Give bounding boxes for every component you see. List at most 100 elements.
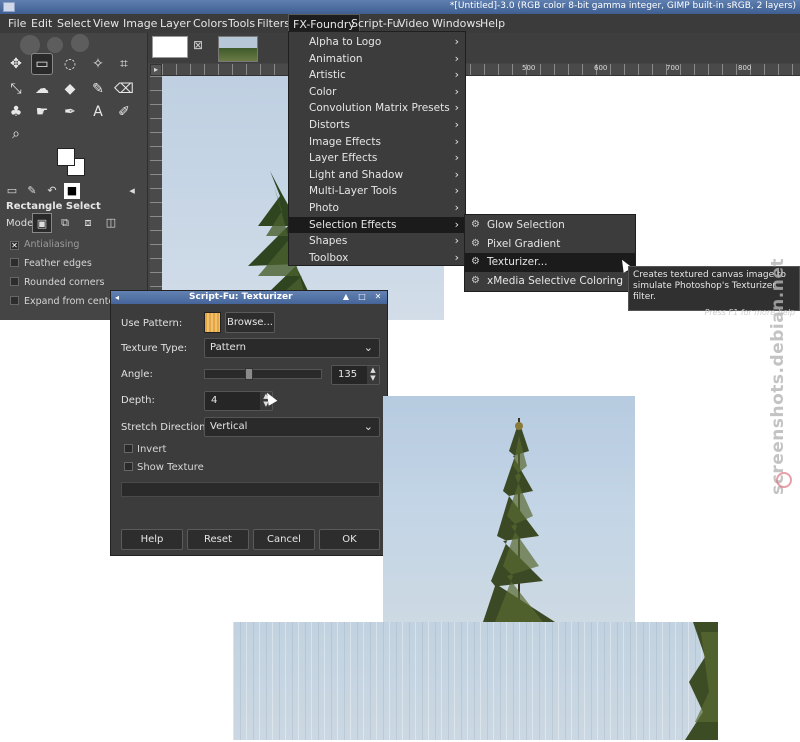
texture-type-label: Texture Type: <box>121 343 188 354</box>
sub-item-xmedia-selective-coloring[interactable]: ⚙ xMedia Selective Coloring <box>465 272 635 291</box>
menu-view[interactable]: View <box>89 14 123 33</box>
sub-item-pixel-gradient[interactable]: ⚙ Pixel Gradient <box>465 235 635 254</box>
shade-icon[interactable]: ▲ <box>340 292 352 303</box>
chevron-right-icon: › <box>454 51 459 65</box>
watermark: screenshots.debian.net <box>768 258 798 498</box>
help-button[interactable]: Help <box>121 529 183 550</box>
dock-menu-icon[interactable]: ◂ <box>124 183 140 199</box>
warp-tool-icon[interactable]: ☁ <box>31 78 53 100</box>
window-menu-icon[interactable]: ◂ <box>115 293 119 302</box>
image-thumbnail-tree[interactable] <box>218 36 258 62</box>
color-picker-tool-icon[interactable]: ✐ <box>113 101 135 123</box>
option-expand-from-center[interactable]: Expand from center <box>10 296 118 307</box>
smudge-tool-icon[interactable]: ☛ <box>31 101 53 123</box>
stretch-direction-select[interactable]: Vertical ⌄ <box>204 417 380 437</box>
mode-intersect-icon[interactable]: ◫ <box>101 213 121 233</box>
slider-handle[interactable] <box>245 368 253 380</box>
quick-mask-toggle-icon[interactable]: ▸ <box>150 64 162 76</box>
spin-arrows-icon[interactable]: ▲ ▼ <box>367 366 379 384</box>
maximize-icon[interactable]: □ <box>356 292 368 303</box>
textured-tree-edge-image <box>685 622 718 740</box>
close-image-icon[interactable]: ⊠ <box>192 39 204 51</box>
fx-item-image-effects[interactable]: Image Effects › <box>289 134 465 151</box>
fx-item-alpha-to-logo[interactable]: Alpha to Logo › <box>289 34 465 51</box>
image-thumbnail-untitled[interactable] <box>152 36 188 58</box>
chevron-right-icon: › <box>454 167 459 181</box>
fg-bg-colors[interactable] <box>57 148 87 178</box>
vertical-ruler <box>150 76 162 320</box>
undo-history-tab-icon[interactable]: ↶ <box>44 183 60 199</box>
chevron-right-icon: › <box>454 250 459 264</box>
window-icon <box>3 2 15 12</box>
checkbox-icon <box>124 462 133 471</box>
image-tabs: ⊠ <box>148 33 800 63</box>
transform-tool-icon[interactable]: ⤡ <box>5 78 27 100</box>
result-photo-tree <box>383 396 635 622</box>
ok-button[interactable]: OK <box>319 529 380 550</box>
lasso-tool-icon[interactable]: ◌ <box>59 53 81 75</box>
eraser-tool-icon[interactable]: ⌫ <box>113 78 135 100</box>
ruler-mark: 600 <box>594 64 608 72</box>
show-texture-checkbox[interactable]: Show Texture <box>124 462 204 473</box>
sub-item-glow-selection[interactable]: ⚙ Glow Selection <box>465 216 635 235</box>
checkbox-checked-icon: ✕ <box>10 241 19 250</box>
paintbrush-tool-icon[interactable]: ✎ <box>87 78 109 100</box>
fx-item-distorts[interactable]: Distorts › <box>289 117 465 134</box>
foreground-color[interactable] <box>57 148 75 166</box>
result-photo-texture-closeup <box>233 622 718 740</box>
fx-item-toolbox[interactable]: Toolbox › <box>289 250 465 267</box>
fx-item-color[interactable]: Color › <box>289 84 465 101</box>
ruler-mark: 700 <box>666 64 680 72</box>
fx-item-convolution-matrix-presets[interactable]: Convolution Matrix Presets › <box>289 100 465 117</box>
angle-spinner[interactable]: 135 ▲ ▼ <box>331 365 380 385</box>
menu-help[interactable]: Help <box>476 14 509 33</box>
depth-label: Depth: <box>121 395 155 406</box>
mode-replace-icon[interactable]: ▣ <box>32 213 52 233</box>
cancel-button[interactable]: Cancel <box>253 529 315 550</box>
bucket-fill-tool-icon[interactable]: ◆ <box>59 78 81 100</box>
stretch-direction-label: Stretch Direction: <box>121 422 209 433</box>
path-tool-icon[interactable]: ✒ <box>59 101 81 123</box>
images-tab-icon[interactable]: ■ <box>64 183 80 199</box>
zoom-tool-icon[interactable]: ⌕ <box>5 123 27 145</box>
watermark-text: screenshots.debian.net <box>768 258 788 495</box>
option-feather-edges[interactable]: Feather edges <box>10 258 92 269</box>
option-antialiasing[interactable]: ✕ Antialiasing <box>10 239 79 250</box>
clone-tool-icon[interactable]: ♣ <box>5 101 27 123</box>
fx-item-selection-effects[interactable]: Selection Effects › <box>289 216 465 234</box>
rect-select-tool-icon[interactable]: ▭ <box>31 53 53 75</box>
reset-button[interactable]: Reset <box>187 529 249 550</box>
title-bar: *[Untitled]-3.0 (RGB color 8-bit gamma i… <box>0 0 800 14</box>
device-status-tab-icon[interactable]: ✎ <box>24 183 40 199</box>
invert-checkbox[interactable]: Invert <box>124 444 166 455</box>
fx-item-artistic[interactable]: Artistic › <box>289 67 465 84</box>
mode-add-icon[interactable]: ⧉ <box>55 213 75 233</box>
close-icon[interactable]: ✕ <box>372 292 384 303</box>
mode-subtract-icon[interactable]: ⧈ <box>78 213 98 233</box>
browse-button[interactable]: Browse... <box>225 312 275 333</box>
chevron-right-icon: › <box>454 234 459 248</box>
angle-slider[interactable] <box>204 368 322 380</box>
menu-edit[interactable]: Edit <box>27 14 56 33</box>
crop-tool-icon[interactable]: ⌗ <box>113 53 135 75</box>
sub-item-texturizer[interactable]: ⚙ Texturizer... <box>465 253 635 272</box>
fx-item-multi-layer-tools[interactable]: Multi-Layer Tools › <box>289 183 465 200</box>
text-tool-icon[interactable]: A <box>87 101 109 123</box>
fx-item-animation[interactable]: Animation › <box>289 51 465 68</box>
option-rounded-corners[interactable]: Rounded corners <box>10 277 104 288</box>
chevron-down-icon: ⌄ <box>363 420 373 433</box>
move-tool-icon[interactable]: ✥ <box>5 53 27 75</box>
gears-icon: ⚙ <box>471 274 480 286</box>
fuzzy-select-tool-icon[interactable]: ✧ <box>87 53 109 75</box>
fx-item-photo[interactable]: Photo › <box>289 200 465 217</box>
pattern-swatch[interactable] <box>204 312 221 333</box>
fx-item-layer-effects[interactable]: Layer Effects › <box>289 150 465 167</box>
gears-icon: ⚙ <box>471 237 480 249</box>
gears-icon: ⚙ <box>471 256 480 267</box>
fx-item-light-and-shadow[interactable]: Light and Shadow › <box>289 167 465 184</box>
tooltip-text: Creates textured canvas image to simulat… <box>633 270 787 302</box>
tool-options-tab-icon[interactable]: ▭ <box>4 183 20 199</box>
progress-bar <box>121 482 380 497</box>
fx-item-shapes[interactable]: Shapes › <box>289 233 465 250</box>
texture-type-select[interactable]: Pattern ⌄ <box>204 338 380 358</box>
